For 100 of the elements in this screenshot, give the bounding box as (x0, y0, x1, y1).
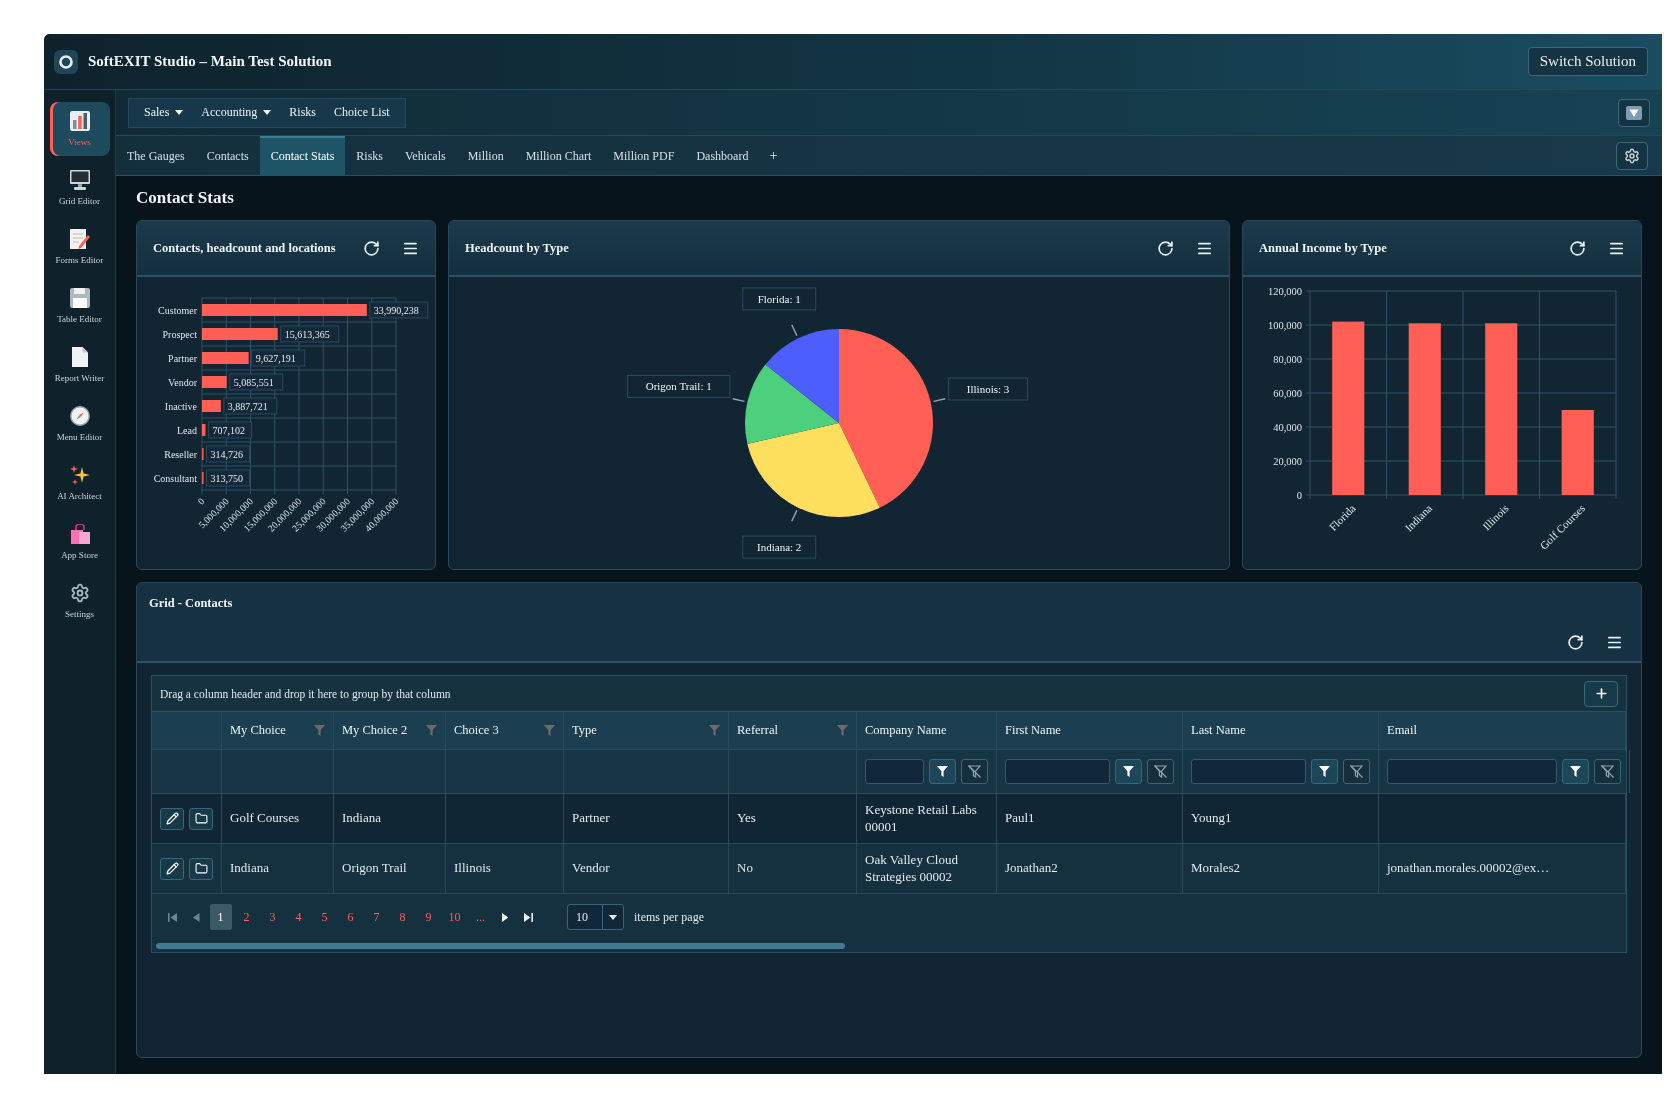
funnel-slash-icon (1350, 765, 1363, 778)
column-header[interactable]: Last Name (1183, 712, 1379, 749)
page-button[interactable]: 3 (261, 904, 284, 930)
column-header[interactable]: My Choice (222, 712, 334, 749)
data-label: 3,887,721 (223, 397, 278, 415)
table-cell: Illinois (446, 844, 564, 893)
scrollbar-thumb[interactable] (156, 943, 845, 949)
axis-label: 20,000 (1273, 455, 1302, 467)
axis-label: Lead (177, 424, 197, 436)
refresh-icon[interactable] (1157, 239, 1174, 257)
tab[interactable]: Contact Stats (259, 136, 346, 175)
page-button[interactable]: 1 (209, 904, 232, 930)
folder-icon (194, 862, 208, 875)
filter-input[interactable] (1005, 759, 1110, 784)
tab[interactable]: Dashboard (685, 136, 760, 175)
filter-input[interactable] (1191, 759, 1306, 784)
filter-input[interactable] (1387, 759, 1557, 784)
table-cell: Morales2 (1183, 844, 1379, 893)
data-label: 5,085,551 (233, 376, 274, 388)
monitor-icon (69, 170, 90, 190)
data-label: 9,627,191 (251, 349, 306, 367)
page-button[interactable]: 2 (235, 904, 258, 930)
sidebar-item[interactable]: Table Editor (49, 279, 110, 333)
tab[interactable]: Million (456, 136, 515, 175)
tab[interactable]: Risks (345, 136, 394, 175)
page-button[interactable]: 5 (313, 904, 336, 930)
axis-label: 100,000 (1267, 319, 1302, 331)
tab[interactable]: Contacts (195, 136, 260, 175)
tab[interactable]: Vehicals (394, 136, 457, 175)
axis-label: Partner (168, 352, 197, 364)
sidebar-item[interactable]: Report Writer (49, 338, 110, 392)
tab[interactable]: Million PDF (602, 136, 686, 175)
data-label: 15,613,365 (284, 328, 330, 340)
table-cell: Indiana (334, 794, 446, 843)
bar-chart-icon (69, 111, 90, 131)
edit-button[interactable] (160, 807, 184, 830)
folder-button[interactable] (189, 857, 213, 880)
page-button[interactable]: 4 (287, 904, 310, 930)
add-tab-button[interactable]: + (759, 136, 788, 175)
caret-down-icon (263, 110, 272, 115)
table-cell: Paul1 (997, 794, 1183, 843)
refresh-icon[interactable] (363, 239, 380, 257)
sidebar-item[interactable]: Forms Editor (49, 220, 110, 274)
filter-button[interactable] (1115, 759, 1142, 784)
folder-button[interactable] (189, 807, 213, 830)
page-button[interactable]: 10 (443, 904, 466, 930)
funnel-icon (1570, 766, 1581, 777)
data-label: 707,102 (207, 421, 252, 439)
next-icon[interactable] (501, 912, 508, 922)
page-button[interactable]: 7 (365, 904, 388, 930)
column-header[interactable]: First Name (997, 712, 1183, 749)
clear-filter-button[interactable] (961, 759, 988, 784)
column-header[interactable]: Choice 3 (446, 712, 564, 749)
menu-item[interactable]: Sales (135, 98, 193, 127)
leader-line (791, 324, 798, 337)
settings-icon (1624, 147, 1640, 164)
column-header[interactable]: Type (564, 712, 729, 749)
tab[interactable]: Million Chart (514, 136, 603, 175)
caret-down-icon (609, 914, 617, 920)
column-header[interactable]: My Choice 2 (334, 712, 446, 749)
filter-input[interactable] (865, 759, 924, 784)
menu-item[interactable]: Accounting (192, 98, 281, 127)
table-cell: Jonathan2 (997, 844, 1183, 893)
sidebar-item[interactable]: App Store (49, 515, 110, 569)
tab[interactable]: The Gauges (116, 136, 196, 175)
data-label: 15,613,365 (280, 325, 340, 343)
notepad-pencil-icon (69, 229, 90, 249)
refresh-icon[interactable] (1567, 633, 1584, 651)
page-button[interactable]: 6 (339, 904, 362, 930)
page-button[interactable]: 9 (417, 904, 440, 930)
sidebar-item[interactable]: Grid Editor (49, 161, 110, 215)
filter-button[interactable] (1311, 759, 1338, 784)
filter-button[interactable] (929, 759, 956, 784)
sidebar-item[interactable]: Menu Editor (49, 397, 110, 451)
shopping-bags-icon (69, 524, 90, 544)
sidebar-item[interactable]: AI Architect (49, 456, 110, 510)
dropdown-button[interactable] (1618, 98, 1650, 127)
leader-line (932, 398, 946, 403)
column-header[interactable]: Company Name (857, 712, 997, 749)
last-page-icon[interactable] (524, 912, 533, 922)
clear-filter-button[interactable] (1147, 759, 1174, 784)
switch-solution-button[interactable]: Switch Solution (1527, 47, 1648, 76)
filter-button[interactable] (1562, 759, 1589, 784)
clear-filter-button[interactable] (1343, 759, 1370, 784)
page-button[interactable]: 8 (391, 904, 414, 930)
menu-item[interactable]: Risks (280, 98, 326, 127)
table-cell: Keystone Retail Labs 00001 (857, 794, 997, 843)
slice-label: Origon Trail: 1 (626, 374, 731, 398)
clear-filter-button[interactable] (1594, 759, 1621, 784)
sidebar-item[interactable]: Settings (49, 574, 110, 628)
edit-button[interactable] (160, 857, 184, 880)
more-pages-button[interactable]: ... (469, 904, 492, 930)
refresh-icon[interactable] (1569, 239, 1586, 257)
axis-label: Vendor (168, 376, 197, 388)
column-header[interactable]: Email (1379, 712, 1626, 749)
settings-button[interactable] (1616, 141, 1648, 170)
add-button[interactable] (1584, 680, 1618, 707)
column-header[interactable]: Referral (729, 712, 857, 749)
menu-item[interactable]: Choice List (325, 98, 399, 127)
page-size-select[interactable]: 10 (567, 904, 624, 930)
